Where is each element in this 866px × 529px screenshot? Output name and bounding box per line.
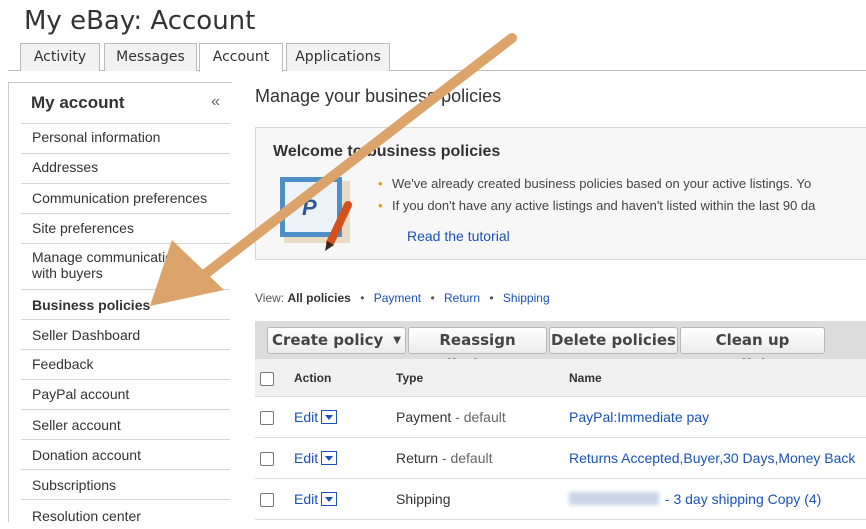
view-all-policies: All policies [287,291,351,305]
delete-policies-button[interactable]: Delete policies [549,327,678,354]
view-separator: • [430,291,435,305]
policy-document-icon: P [280,177,352,251]
sidebar-item-personal-information[interactable]: Personal information [21,123,230,153]
sidebar: My account « Personal information Addres… [8,82,232,524]
sidebar-item-manage-communications[interactable]: Manage communications with buyers [21,243,230,289]
edit-link[interactable]: Edit [294,450,318,466]
row-type: Shipping [396,491,451,507]
sidebar-item-resolution-center[interactable]: Resolution center [21,499,230,529]
sidebar-item-seller-dashboard[interactable]: Seller Dashboard [21,319,230,349]
sidebar-item-addresses[interactable]: Addresses [21,153,230,183]
edit-action[interactable]: Edit [294,491,338,507]
sidebar-item-feedback[interactable]: Feedback [21,349,230,379]
create-policy-label: Create policy [272,331,384,349]
read-tutorial-link[interactable]: Read the tutorial [407,228,510,244]
row-checkbox[interactable] [260,411,274,425]
column-action: Action [294,371,332,385]
tab-activity[interactable]: Activity [20,43,100,71]
welcome-title: Welcome to business policies [273,143,501,160]
tab-bar: Activity Messages Account Applications [8,43,866,72]
welcome-bullet: • If you don't have any active listings a… [378,198,816,213]
table-row: Edit Payment - default PayPal:Immediate … [255,397,866,438]
sidebar-title: My account [31,93,125,112]
table-row: Edit Shipping - 3 day shipping Copy (4) [255,479,866,520]
view-payment-link[interactable]: Payment [374,291,421,305]
edit-dropdown-icon[interactable] [321,492,338,506]
tab-account[interactable]: Account [199,43,283,72]
clean-up-policies-button[interactable]: Clean up policies [680,327,825,374]
column-name: Name [569,371,602,385]
svg-text:P: P [302,195,317,220]
policy-name-link[interactable]: Returns Accepted,Buyer,30 Days,Money Bac… [569,450,855,466]
main-heading: Manage your business policies [255,86,502,106]
view-filter-bar: View: All policies • Payment • Return • … [255,291,550,305]
table-row: Edit Return - default Returns Accepted,B… [255,438,866,479]
view-return-link[interactable]: Return [444,291,480,305]
bullet-icon: • [378,176,383,191]
row-checkbox[interactable] [260,452,274,466]
view-separator: • [360,291,365,305]
collapse-icon[interactable]: « [211,93,220,111]
policy-name-link[interactable]: PayPal:Immediate pay [569,409,709,425]
edit-action[interactable]: Edit [294,450,338,466]
table-header: Action Type Name [255,359,866,397]
tab-messages[interactable]: Messages [104,43,197,71]
edit-action[interactable]: Edit [294,409,338,425]
sidebar-item-subscriptions[interactable]: Subscriptions [21,469,230,499]
row-type: Return - default [396,450,493,466]
create-policy-button[interactable]: Create policy ▼ [267,327,406,354]
redacted-text [569,492,659,505]
bullet-icon: • [378,198,383,213]
edit-link[interactable]: Edit [294,409,318,425]
sidebar-item-paypal-account[interactable]: PayPal account [21,379,230,409]
welcome-bullets: • We've already created business policies… [378,176,816,220]
policy-toolbar: Create policy ▼ Reassign listings Delete … [255,321,866,374]
edit-link[interactable]: Edit [294,491,318,507]
sidebar-item-business-policies[interactable]: Business policies [21,289,230,319]
edit-dropdown-icon[interactable] [321,410,338,424]
sidebar-item-site-preferences[interactable]: Site preferences [21,213,230,243]
policy-name-link[interactable]: - 3 day shipping Copy (4) [569,491,821,507]
tab-applications[interactable]: Applications [286,43,390,71]
sidebar-item-communication-preferences[interactable]: Communication preferences [21,183,230,213]
page-title: My eBay: Account [24,6,256,36]
welcome-panel: Welcome to business policies P • We've al… [255,127,866,260]
edit-dropdown-icon[interactable] [321,451,338,465]
welcome-bullet: • We've already created business policies… [378,176,812,191]
sidebar-item-seller-account[interactable]: Seller account [21,409,230,439]
chevron-down-icon: ▼ [393,335,401,346]
reassign-listings-button[interactable]: Reassign listings [408,327,547,374]
view-shipping-link[interactable]: Shipping [503,291,550,305]
select-all-checkbox[interactable] [260,372,274,386]
view-label: View: [255,291,285,305]
sidebar-item-donation-account[interactable]: Donation account [21,439,230,469]
view-separator: • [489,291,494,305]
column-type: Type [396,371,424,385]
row-type: Payment - default [396,409,506,425]
row-checkbox[interactable] [260,493,274,507]
